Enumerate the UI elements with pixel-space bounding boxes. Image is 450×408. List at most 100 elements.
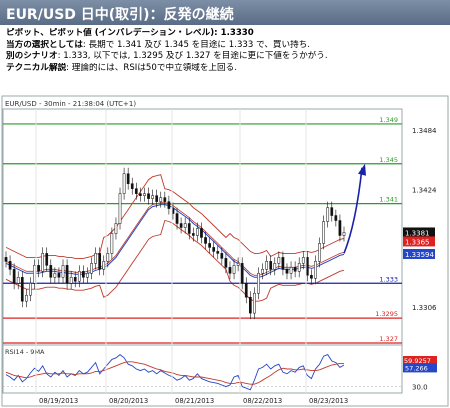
candle-body	[98, 253, 102, 270]
candle-body	[102, 261, 106, 270]
candle-body	[16, 277, 20, 284]
candle-body	[212, 247, 216, 252]
ma-red-text: 1.3365	[405, 238, 430, 246]
candle-body	[277, 257, 281, 264]
date-tick-label: 08/20/2013	[109, 397, 148, 405]
alternative-label: 別のシナリオ	[6, 51, 58, 62]
candle-body	[269, 261, 273, 270]
candle-body	[191, 233, 195, 236]
technical-comment: テクニカル解説: 理論的には、RSIは50で中立領域を上回る.	[6, 63, 446, 75]
candle-body	[305, 257, 309, 276]
candle-body	[130, 183, 134, 189]
candle-body	[297, 263, 301, 272]
candle-body	[204, 237, 207, 244]
date-tick-label: 08/23/2013	[309, 397, 348, 405]
candle-body	[12, 269, 16, 284]
candle-body	[65, 265, 69, 284]
candle-body	[257, 273, 260, 294]
candle-body	[114, 223, 118, 234]
candle-body	[179, 223, 183, 228]
candle-body	[232, 265, 236, 274]
candle-body	[143, 193, 146, 196]
preferred-label: 当方の選択としては	[6, 39, 83, 50]
rsi-panel-frame	[2, 344, 403, 394]
level-label-1.327: 1.327	[379, 335, 398, 343]
candle-body	[110, 233, 114, 254]
candle-body	[248, 296, 252, 314]
candle-body	[33, 265, 36, 284]
candle-body	[301, 257, 305, 264]
chart-title: EUR/USD - 30min - 21:38:04 (UTC+1)	[5, 100, 136, 108]
candle-body	[106, 253, 110, 262]
date-tick-label: 08/22/2013	[243, 397, 282, 405]
candle-body	[57, 273, 61, 278]
candle-body	[265, 261, 268, 270]
pivot-line: ピボット、ピボット値 (インバレデーション・レベル): 1.3330	[6, 28, 254, 38]
candle-body	[175, 213, 179, 224]
page-title: EUR/USD 日中(取引)：反発の継続	[6, 7, 234, 23]
candle-body	[326, 207, 330, 222]
candle-body	[183, 223, 187, 228]
title-banner: EUR/USD 日中(取引)：反発の継続	[0, 0, 450, 25]
price-tick-label: 1.3424	[412, 187, 437, 195]
candle-body	[151, 195, 154, 199]
candle-body	[25, 294, 28, 302]
candle-body	[244, 283, 248, 298]
candle-body	[73, 277, 77, 282]
candle-body	[196, 228, 199, 236]
candle-body	[228, 267, 232, 274]
technical-label: テクニカル解説	[6, 62, 67, 73]
candle-body	[122, 173, 126, 194]
candle-body	[4, 257, 8, 262]
preferred-text: : 長期で 1.341 及び 1.345 を目途に 1.333 で、買い持ち.	[82, 39, 311, 50]
candle-body	[310, 275, 313, 279]
candle-body	[37, 265, 40, 272]
level-label-1.3295: 1.3295	[375, 310, 398, 318]
candle-body	[281, 257, 285, 270]
candle-body	[342, 232, 346, 236]
date-tick-label: 08/19/2013	[39, 397, 78, 405]
candle-body	[338, 220, 342, 236]
candle-body	[322, 221, 325, 244]
candle-body	[49, 265, 53, 278]
candle-body	[159, 197, 163, 202]
candle-body	[220, 253, 224, 259]
candle-body	[69, 277, 73, 284]
candle-body	[314, 261, 317, 279]
candle-body	[41, 253, 45, 272]
candle-body	[273, 263, 277, 270]
candle-body	[155, 195, 159, 202]
candle-body	[53, 273, 57, 278]
candle-body	[126, 173, 130, 184]
candle-body	[134, 188, 138, 194]
candle-body	[240, 263, 244, 284]
candle-body	[77, 271, 81, 282]
technical-text: : 理論的には、RSIは50で中立領域を上回る.	[66, 62, 237, 73]
candle-body	[61, 265, 65, 278]
candle-body	[216, 251, 220, 254]
alternative-scenario: 別のシナリオ: 1.333, 以下では, 1.3295 及び 1.327 を目途…	[6, 51, 446, 63]
candle-body	[82, 271, 85, 278]
alternative-text: : 1.333, 以下では, 1.3295 及び 1.327 を目途に更に下値を…	[57, 51, 328, 62]
candle-body	[163, 197, 167, 202]
rsi-blue-text: 57.266	[405, 364, 428, 372]
price-tick-label: 1.3484	[412, 127, 437, 135]
candle-body	[318, 243, 321, 262]
candle-body	[289, 267, 293, 274]
price-panel-frame	[2, 108, 403, 346]
candle-body	[147, 193, 150, 199]
candle-body	[200, 228, 203, 238]
preferred-scenario: 当方の選択としては: 長期で 1.341 及び 1.345 を目途に 1.333…	[6, 40, 446, 52]
candle-body	[29, 283, 32, 296]
rsi-tick-label: 30.0	[412, 384, 428, 392]
candle-body	[224, 258, 228, 268]
chart-area: EUR/USD - 30min - 21:38:04 (UTC+1) RSI14…	[1, 95, 449, 407]
level-label-1.333: 1.333	[379, 275, 398, 283]
candle-body	[253, 292, 256, 314]
candle-body	[94, 253, 97, 264]
candle-body	[330, 207, 334, 216]
candle-body	[90, 263, 93, 274]
candle-body	[293, 267, 297, 272]
candle-body	[208, 243, 211, 248]
candle-body	[86, 273, 89, 278]
